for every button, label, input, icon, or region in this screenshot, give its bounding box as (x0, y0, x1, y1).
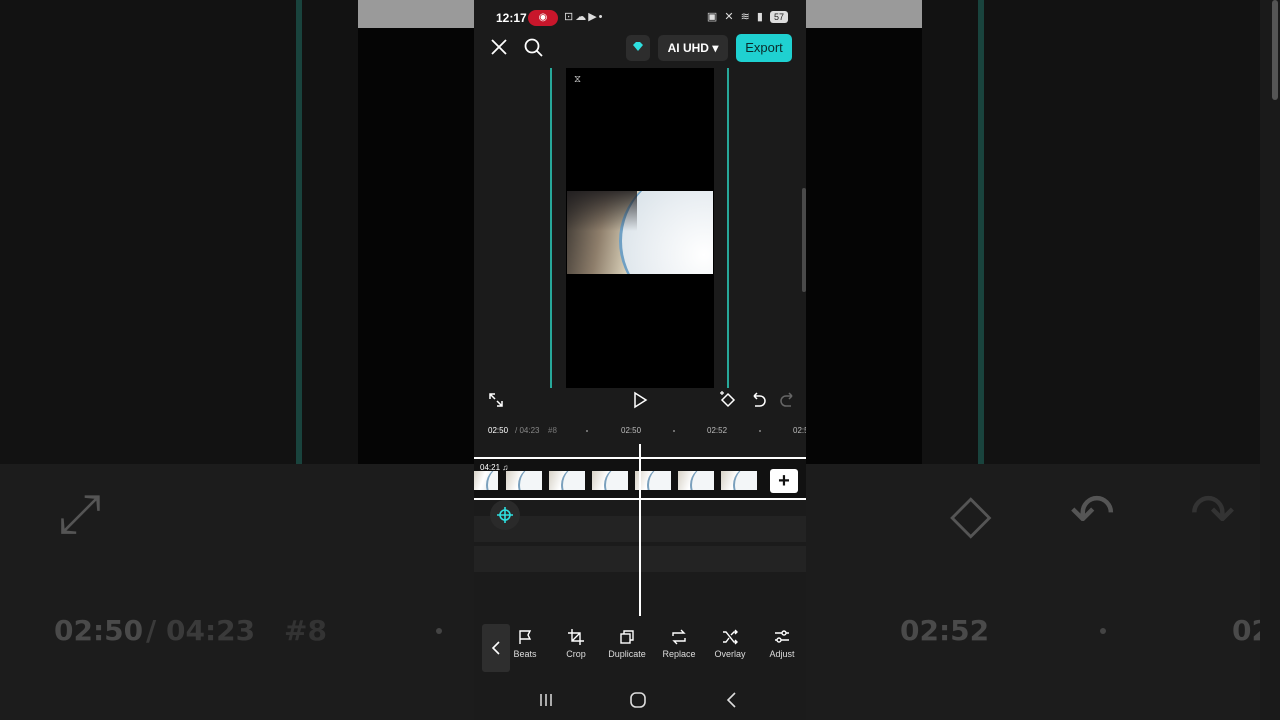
bg-current-time: 02:50 (54, 614, 144, 647)
adjust-icon (775, 630, 789, 643)
record-icon: ◉ (528, 10, 558, 26)
search-icon[interactable] (522, 36, 544, 58)
bg-ruler-dot (436, 628, 442, 634)
tool-label: Crop (566, 649, 586, 659)
clip-thumbnail (678, 471, 714, 490)
frame-mark: #8 (548, 426, 557, 435)
overlay-icon (723, 629, 738, 645)
add-clip-button[interactable]: + (770, 469, 798, 493)
ruler-time-0252: 02:52 (707, 426, 728, 435)
music-add-icon (497, 507, 513, 523)
home-icon[interactable] (626, 688, 650, 712)
bg-total-time: / 04:23 (146, 614, 256, 647)
fullscreen-icon[interactable] (486, 390, 506, 410)
back-icon[interactable] (720, 688, 744, 712)
playback-controls (474, 388, 806, 414)
time-ruler: 02:50 / 04:23 #8 02:50 02:52 02:5 (474, 422, 806, 438)
crop-icon (568, 629, 584, 645)
bg-frame-mark: #8 (284, 614, 327, 647)
bg-undo-icon: ↶ (1070, 482, 1116, 545)
page-scrollbar[interactable] (802, 188, 806, 292)
current-time: 02:50 (488, 426, 509, 435)
status-bar: 12:17 ◉ ⊡☁▶• ▣ ✕ ≋ ▮ 57 (474, 0, 806, 34)
tool-label: Replace (662, 649, 696, 659)
tool-label: Duplicate (608, 649, 646, 659)
ruler-dot (673, 430, 675, 432)
system-icons: ▣ ✕ ≋ ▮ 57 (707, 10, 788, 23)
bg-ruler-dot (1100, 628, 1106, 634)
battery-icon: 57 (770, 11, 788, 23)
clip-thumbnail (506, 471, 542, 490)
total-time: / 04:23 (515, 426, 540, 435)
pro-badge[interactable] (626, 35, 650, 61)
tool-overlay[interactable]: Overlay (704, 628, 756, 672)
notification-icons: ⊡☁▶• (564, 11, 605, 23)
ruler-time-0250: 02:50 (621, 426, 642, 435)
tool-crop[interactable]: Crop (550, 628, 602, 672)
clip-thumbnail (592, 471, 628, 490)
export-button[interactable]: Export (736, 34, 792, 62)
bottom-toolbar: Beats Crop Duplicate Replace Overlay Adj… (474, 620, 806, 676)
bg-redo-icon: ↷ (1190, 482, 1236, 545)
clip-thumbnail (474, 471, 498, 490)
tool-label: Overlay (714, 649, 746, 659)
replace-icon (672, 629, 686, 645)
bg-scrollbar-track (1260, 0, 1280, 720)
tool-duplicate[interactable]: Duplicate (601, 628, 653, 672)
status-time: 12:17 (496, 11, 527, 25)
playhead[interactable] (639, 444, 641, 616)
phone-screen: 12:17 ◉ ⊡☁▶• ▣ ✕ ≋ ▮ 57 AI UHD ▾ Export … (474, 0, 806, 720)
capcut-logo-icon: ⧖ (574, 74, 582, 85)
add-audio-button[interactable] (490, 500, 520, 530)
tool-replace[interactable]: Replace (653, 628, 705, 672)
bg-keyframe-icon: ◇ (950, 482, 992, 545)
bg-guide-line-left (296, 0, 302, 464)
quality-dropdown[interactable]: AI UHD ▾ (658, 35, 728, 61)
frame-shade (567, 191, 637, 231)
tool-beats[interactable]: Beats (499, 628, 551, 672)
video-frame[interactable] (567, 191, 713, 274)
ruler-dot (586, 430, 588, 432)
guide-line-left (550, 68, 552, 388)
undo-icon[interactable] (748, 390, 768, 410)
close-icon[interactable] (488, 36, 510, 58)
quality-label: AI UHD (667, 41, 709, 55)
tool-label: Beats (513, 649, 537, 659)
editor-top-bar: AI UHD ▾ Export (474, 34, 806, 64)
android-nav-bar (474, 680, 806, 720)
ruler-dot (759, 430, 761, 432)
redo-icon[interactable] (778, 390, 798, 410)
bg-guide-line-right (978, 0, 984, 464)
keyframe-icon[interactable] (718, 390, 738, 410)
chevron-down-icon: ▾ (712, 41, 719, 55)
ruler-time-cut: 02:5 (793, 426, 806, 435)
video-preview: ⧖ (474, 66, 806, 388)
bg-ruler-time: 02:52 (900, 614, 990, 647)
preview-canvas[interactable]: ⧖ (566, 68, 714, 388)
diamond-icon (633, 42, 643, 51)
guide-line-right (727, 68, 729, 388)
flag-icon (519, 630, 532, 644)
tool-label: Adjust (769, 649, 795, 659)
clip-thumbnail (549, 471, 585, 490)
duplicate-icon (620, 630, 634, 644)
timeline-area[interactable]: 04:21 ♫ + (474, 440, 806, 616)
play-icon[interactable] (630, 390, 650, 410)
tool-adjust[interactable]: Adjust (756, 628, 806, 672)
clip-thumbnail (721, 471, 757, 490)
recent-apps-icon[interactable] (534, 688, 558, 712)
bg-scrollbar-thumb (1272, 0, 1278, 100)
bg-fullscreen-icon: ⤢ (58, 482, 102, 545)
